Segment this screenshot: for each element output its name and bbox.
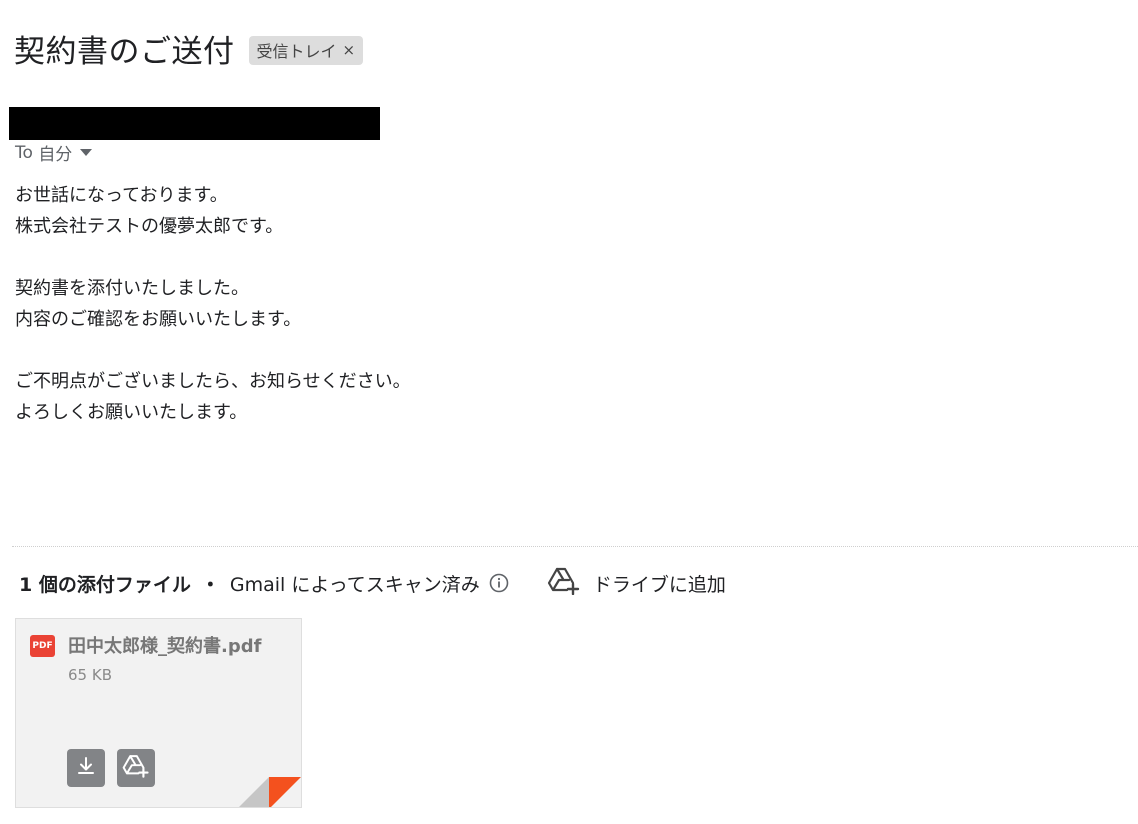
drive-add-icon — [547, 567, 581, 600]
label-chip-text: 受信トレイ — [256, 41, 337, 61]
body-line: 内容のご確認をお願いいたします。 — [15, 309, 302, 330]
show-details-icon[interactable] — [80, 149, 93, 156]
remove-label-button[interactable]: × — [343, 41, 356, 59]
recipient-name: 自分 — [38, 145, 73, 165]
body-line: 契約書を添付いたしました。 — [15, 278, 249, 299]
body-line — [15, 242, 411, 273]
add-to-drive-button[interactable]: ドライブに追加 — [547, 567, 726, 600]
body-line: 株式会社テストの優夢太郎です。 — [15, 216, 284, 237]
attachment-file-name: 田中太郎様_契約書.pdf — [68, 636, 262, 657]
header-separator: ・ — [200, 573, 220, 596]
download-button[interactable] — [67, 749, 105, 787]
attachment-file-size: 65 KB — [68, 666, 112, 684]
body-line: よろしくお願いいたします。 — [15, 402, 248, 423]
body-line — [15, 335, 411, 366]
drive-add-icon — [122, 754, 150, 782]
attachment-count: 1 個の添付ファイル — [19, 573, 191, 596]
attachments-divider — [12, 546, 1138, 547]
save-to-drive-button[interactable] — [117, 749, 155, 787]
scan-status: Gmail によってスキャン済み — [229, 573, 480, 596]
attachments-header: 1 個の添付ファイル ・ Gmail によってスキャン済み ドライブに追加 — [19, 567, 726, 600]
body-line: お世話になっております。 — [15, 185, 228, 206]
download-icon — [75, 755, 97, 781]
add-to-drive-label: ドライブに追加 — [592, 573, 726, 596]
subject-row: 契約書のご送付 受信トレイ × — [14, 26, 364, 71]
email-body: お世話になっております。 株式会社テストの優夢太郎です。 契約書を添付いたしまし… — [15, 180, 411, 428]
info-icon[interactable] — [489, 573, 509, 593]
body-line: ご不明点がございましたら、お知らせください。 — [15, 371, 411, 392]
inbox-label-chip[interactable]: 受信トレイ × — [248, 35, 364, 65]
pdf-icon: PDF — [30, 635, 55, 657]
attachment-card[interactable]: PDF 田中太郎様_契約書.pdf 65 KB — [15, 618, 302, 808]
redacted-sender — [9, 107, 380, 140]
email-subject: 契約書のご送付 — [14, 34, 235, 70]
recipient-row: To 自分 — [15, 140, 93, 165]
file-type-corner — [239, 777, 301, 807]
recipient-prefix: To — [15, 142, 33, 163]
